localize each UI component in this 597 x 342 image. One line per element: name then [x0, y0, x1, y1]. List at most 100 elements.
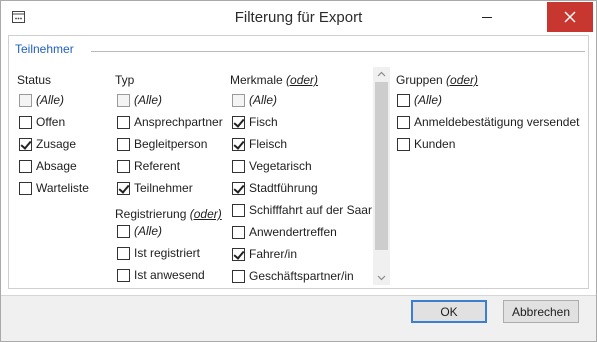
- export-filter-dialog: Filterung für Export Teilnehmer Status (…: [0, 0, 597, 342]
- status-checkbox-offen[interactable]: Offen: [19, 113, 65, 131]
- checkbox-box[interactable]: [117, 159, 130, 173]
- minimize-button[interactable]: [477, 7, 497, 27]
- merkmale-header-label: Merkmale: [230, 73, 283, 87]
- status-checkbox-zusage[interactable]: Zusage: [19, 135, 76, 153]
- merkmale-checkbox-anwendertreffen[interactable]: Anwendertreffen: [232, 223, 337, 241]
- status-header: Status: [17, 73, 52, 87]
- merkmale-checkbox-fahrer[interactable]: Fahrer/in: [232, 245, 297, 263]
- merkmale-checkbox-schifffahrt[interactable]: Schifffahrt auf der Saar: [232, 201, 372, 219]
- registrierung-checkbox-alle[interactable]: (Alle): [117, 222, 162, 240]
- registrierung-checkbox-registriert[interactable]: Ist registriert: [117, 244, 200, 262]
- checkbox-label: Anwendertreffen: [249, 225, 337, 239]
- merkmale-checkbox-fisch[interactable]: Fisch: [232, 113, 278, 131]
- checkbox-box[interactable]: [117, 115, 130, 129]
- merkmale-checkbox-alle[interactable]: (Alle): [232, 91, 277, 109]
- group-divider: [91, 51, 585, 52]
- checkbox-box[interactable]: [117, 246, 130, 260]
- checkbox-label: Ist registriert: [134, 246, 201, 260]
- gruppen-oder-link[interactable]: (oder): [446, 73, 478, 87]
- chevron-down-icon: [377, 275, 386, 281]
- merkmale-header: Merkmale (oder): [230, 73, 318, 87]
- checkbox-box[interactable]: [397, 93, 410, 107]
- checkbox-box[interactable]: [232, 93, 245, 107]
- chevron-up-icon: [377, 71, 386, 77]
- checkbox-box[interactable]: [232, 247, 245, 261]
- checkbox-label: Geschäftspartner/in: [249, 269, 354, 283]
- scroll-down-button[interactable]: [373, 271, 390, 285]
- checkbox-box[interactable]: [397, 115, 410, 129]
- gruppen-header: Gruppen (oder): [396, 73, 478, 87]
- checkbox-label: Begleitperson: [134, 137, 208, 151]
- checkbox-box[interactable]: [19, 93, 32, 107]
- checkbox-box[interactable]: [117, 181, 130, 195]
- merkmale-oder-link[interactable]: (oder): [286, 73, 318, 87]
- merkmale-checkbox-fleisch[interactable]: Fleisch: [232, 135, 287, 153]
- checkbox-box[interactable]: [232, 203, 245, 217]
- checkbox-label: Fleisch: [249, 137, 288, 151]
- checkbox-label: (Alle): [36, 93, 65, 107]
- checkbox-label: Kunden: [414, 137, 456, 151]
- dialog-body: Teilnehmer Status (Alle) Offen Zusage Ab…: [1, 35, 596, 341]
- status-checkbox-absage[interactable]: Absage: [19, 157, 77, 175]
- checkbox-box[interactable]: [397, 137, 410, 151]
- checkbox-box[interactable]: [117, 224, 130, 238]
- registrierung-header: Registrierung (oder): [115, 207, 222, 221]
- merkmale-checkbox-stadtfuehrung[interactable]: Stadtführung: [232, 179, 318, 197]
- typ-checkbox-ansprechpartner[interactable]: Ansprechpartner: [117, 113, 223, 131]
- gruppen-checkbox-alle[interactable]: (Alle): [397, 91, 442, 109]
- checkbox-box[interactable]: [232, 137, 245, 151]
- checkbox-box[interactable]: [117, 137, 130, 151]
- gruppen-checkbox-kunden[interactable]: Kunden: [397, 135, 455, 153]
- status-checkbox-warteliste[interactable]: Warteliste: [19, 179, 89, 197]
- checkbox-label: Ist anwesend: [134, 268, 205, 282]
- registrierung-header-label: Registrierung: [115, 207, 187, 221]
- checkbox-label: Schifffahrt auf der Saar: [249, 203, 372, 217]
- scroll-thumb[interactable]: [375, 82, 388, 250]
- checkbox-box[interactable]: [117, 268, 130, 282]
- cancel-button[interactable]: Abbrechen: [503, 300, 579, 323]
- close-button[interactable]: [547, 2, 593, 32]
- checkbox-label: Teilnehmer: [134, 181, 193, 195]
- gruppen-header-label: Gruppen: [396, 73, 443, 87]
- checkbox-label: Zusage: [36, 137, 77, 151]
- merkmale-checkbox-geschaeftspartner[interactable]: Geschäftspartner/in: [232, 267, 354, 285]
- checkbox-box[interactable]: [232, 269, 245, 283]
- checkbox-box[interactable]: [232, 159, 245, 173]
- checkbox-box[interactable]: [19, 159, 32, 173]
- checkbox-label: (Alle): [134, 93, 163, 107]
- typ-checkbox-alle[interactable]: (Alle): [117, 91, 162, 109]
- group-title: Teilnehmer: [15, 42, 74, 56]
- checkbox-label: Absage: [36, 159, 77, 173]
- typ-header: Typ: [115, 73, 135, 87]
- merkmale-checkbox-vegetarisch[interactable]: Vegetarisch: [232, 157, 312, 175]
- checkbox-label: Vegetarisch: [249, 159, 312, 173]
- checkbox-label: Stadtführung: [249, 181, 318, 195]
- checkbox-box[interactable]: [232, 115, 245, 129]
- checkbox-box[interactable]: [232, 181, 245, 195]
- title-bar[interactable]: Filterung für Export: [1, 1, 596, 35]
- typ-checkbox-teilnehmer[interactable]: Teilnehmer: [117, 179, 193, 197]
- status-checkbox-alle[interactable]: (Alle): [19, 91, 64, 109]
- dialog-footer: OK Abbrechen: [1, 296, 596, 341]
- scroll-up-button[interactable]: [373, 67, 390, 81]
- minimize-icon: [482, 17, 492, 18]
- checkbox-label: (Alle): [414, 93, 443, 107]
- registrierung-oder-link[interactable]: (oder): [190, 207, 222, 221]
- checkbox-box[interactable]: [19, 181, 32, 195]
- merkmale-scrollbar[interactable]: [373, 67, 390, 285]
- window-title: Filterung für Export: [234, 9, 363, 26]
- typ-checkbox-begleitperson[interactable]: Begleitperson: [117, 135, 207, 153]
- typ-checkbox-referent[interactable]: Referent: [117, 157, 180, 175]
- registrierung-checkbox-anwesend[interactable]: Ist anwesend: [117, 266, 205, 284]
- checkbox-label: Warteliste: [36, 181, 89, 195]
- checkbox-box[interactable]: [19, 115, 32, 129]
- checkbox-box[interactable]: [19, 137, 32, 151]
- ok-button[interactable]: OK: [411, 300, 487, 323]
- checkbox-box[interactable]: [232, 225, 245, 239]
- checkbox-box[interactable]: [117, 93, 130, 107]
- gruppen-checkbox-anmeldebestaetigung[interactable]: Anmeldebestätigung versendet: [397, 113, 579, 131]
- checkbox-label: (Alle): [249, 93, 278, 107]
- checkbox-label: Offen: [36, 115, 66, 129]
- checkbox-label: Ansprechpartner: [134, 115, 223, 129]
- checkbox-label: Anmeldebestätigung versendet: [414, 115, 580, 129]
